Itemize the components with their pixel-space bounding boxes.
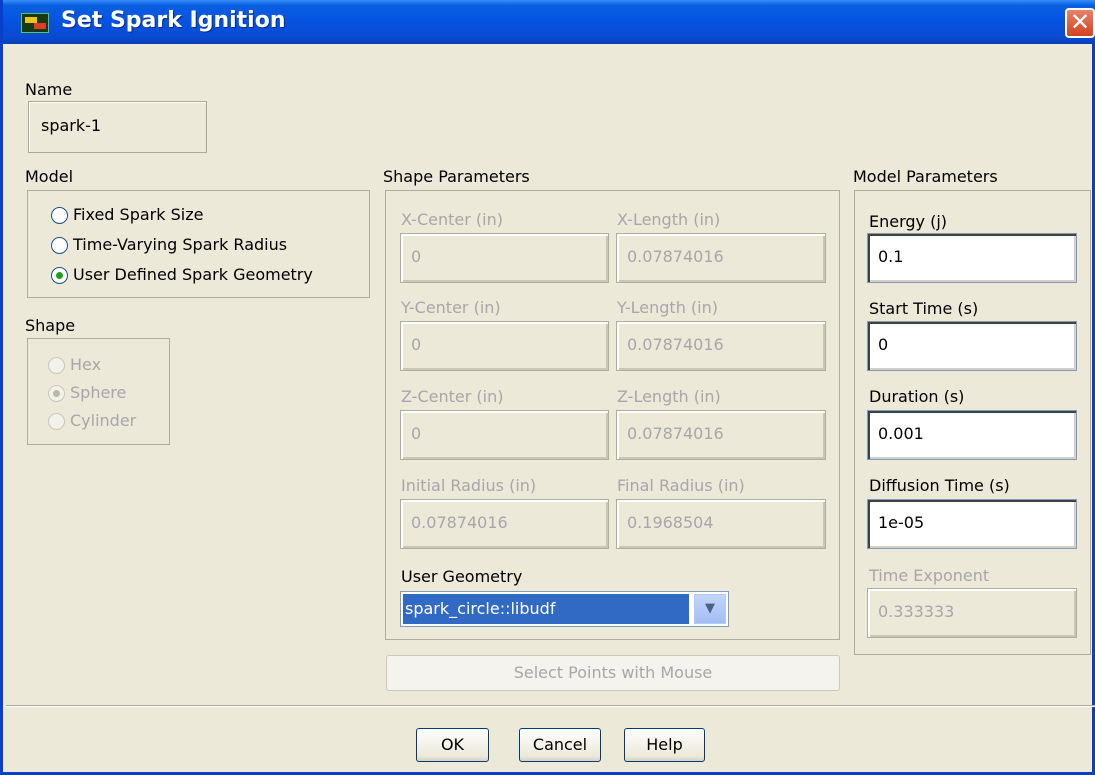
close-icon: ✕ — [1069, 8, 1091, 36]
diffusion-time-label: Diffusion Time (s) — [869, 476, 1010, 495]
initial-radius-label: Initial Radius (in) — [401, 476, 537, 495]
option-label-hex: Hex — [70, 355, 102, 374]
name-field: spark-1 — [28, 101, 207, 153]
select-points-with-mouse-button[interactable]: Select Points with Mouse — [386, 655, 840, 691]
help-button[interactable]: Help — [624, 728, 705, 762]
model-label: Model — [25, 167, 74, 186]
user-geometry-dropdown[interactable]: spark_circle::libudf ▼ — [400, 591, 729, 627]
energy-label: Energy (j) — [869, 212, 948, 231]
radio-fixed-spark-size[interactable] — [51, 207, 68, 224]
final-radius-field[interactable]: 0.1968504 — [616, 499, 826, 549]
close-button[interactable]: ✕ — [1065, 8, 1095, 38]
z-center-field[interactable]: 0 — [400, 410, 609, 460]
model-parameters-label: Model Parameters — [853, 167, 998, 186]
y-length-label: Y-Length (in) — [617, 298, 718, 317]
x-length-field[interactable]: 0.07874016 — [616, 233, 826, 283]
duration-label: Duration (s) — [869, 387, 965, 406]
option-label-cylinder: Cylinder — [70, 411, 137, 430]
dialog-window: Set Spark Ignition ✕ Name spark-1 Model … — [0, 0, 1095, 775]
x-center-label: X-Center (in) — [401, 210, 503, 229]
start-time-label: Start Time (s) — [869, 299, 979, 318]
radio-sphere[interactable] — [48, 385, 65, 402]
shape-label: Shape — [25, 316, 76, 335]
button-separator — [6, 705, 1095, 707]
radio-cylinder[interactable] — [48, 413, 65, 430]
radio-hex[interactable] — [48, 357, 65, 374]
z-length-label: Z-Length (in) — [617, 387, 721, 406]
time-exponent-field[interactable]: 0.333333 — [867, 588, 1077, 638]
ok-button[interactable]: OK — [416, 728, 489, 762]
time-exponent-label: Time Exponent — [869, 566, 990, 585]
y-length-field[interactable]: 0.07874016 — [616, 321, 826, 371]
name-label: Name — [25, 80, 73, 99]
radio-time-varying-spark-radius[interactable] — [51, 237, 68, 254]
option-label-time-varying-spark-radius[interactable]: Time-Varying Spark Radius — [73, 235, 287, 254]
x-length-label: X-Length (in) — [617, 210, 721, 229]
user-geometry-label: User Geometry — [401, 567, 523, 586]
y-center-label: Y-Center (in) — [401, 298, 501, 317]
app-icon — [21, 13, 49, 33]
radio-user-defined-spark-geometry[interactable] — [51, 267, 68, 284]
chevron-down-icon[interactable]: ▼ — [694, 594, 726, 624]
diffusion-time-field[interactable]: 1e-05 — [867, 499, 1077, 549]
y-center-field[interactable]: 0 — [400, 321, 609, 371]
window-title: Set Spark Ignition — [61, 8, 286, 33]
option-label-fixed-spark-size[interactable]: Fixed Spark Size — [73, 205, 203, 224]
option-label-user-defined-spark-geometry[interactable]: User Defined Spark Geometry — [73, 265, 313, 284]
option-label-sphere: Sphere — [70, 383, 127, 402]
energy-field[interactable]: 0.1 — [867, 233, 1077, 283]
final-radius-label: Final Radius (in) — [617, 476, 745, 495]
user-geometry-selected[interactable]: spark_circle::libudf — [403, 594, 689, 624]
title-bar[interactable]: Set Spark Ignition ✕ — [3, 0, 1095, 44]
duration-field[interactable]: 0.001 — [867, 410, 1077, 460]
cancel-button[interactable]: Cancel — [519, 728, 601, 762]
x-center-field[interactable]: 0 — [400, 233, 609, 283]
initial-radius-field[interactable]: 0.07874016 — [400, 499, 609, 549]
z-center-label: Z-Center (in) — [401, 387, 504, 406]
z-length-field[interactable]: 0.07874016 — [616, 410, 826, 460]
shape-parameters-label: Shape Parameters — [383, 167, 530, 186]
start-time-field[interactable]: 0 — [867, 321, 1077, 371]
